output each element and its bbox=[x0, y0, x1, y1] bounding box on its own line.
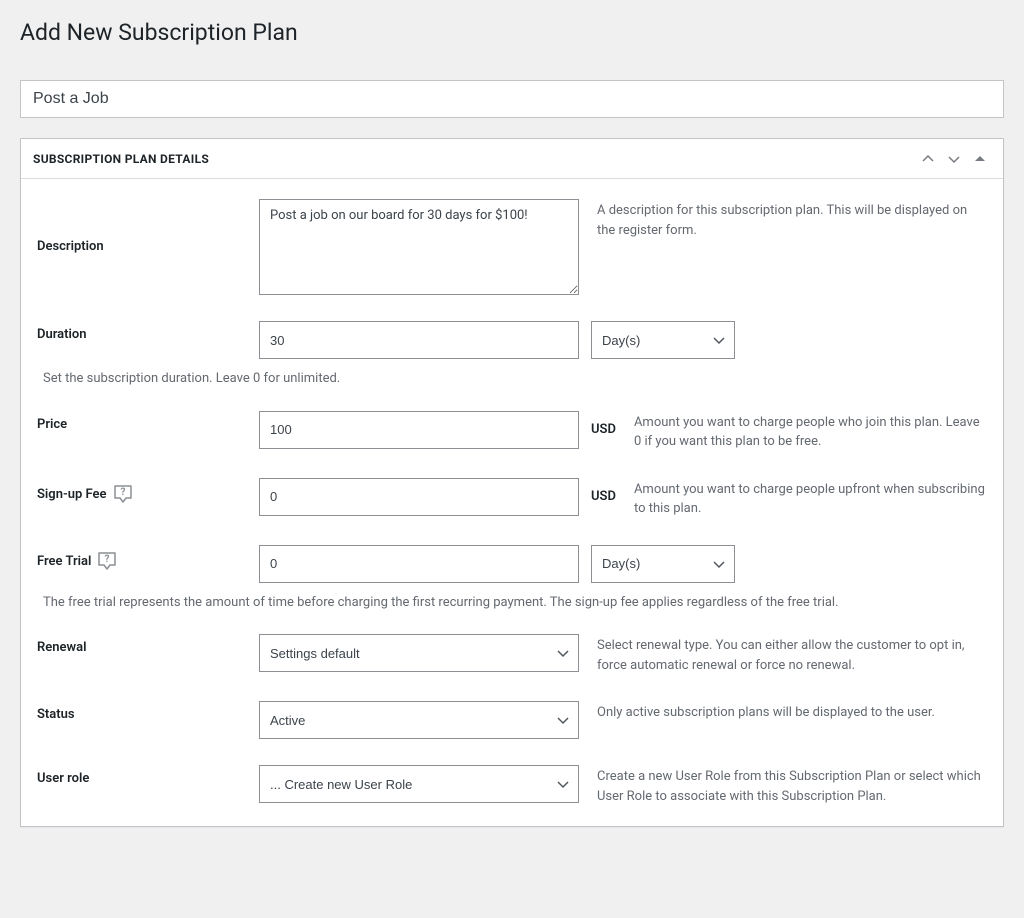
duration-subhelp: Set the subscription duration. Leave 0 f… bbox=[43, 369, 987, 389]
description-label: Description bbox=[37, 199, 259, 254]
chevron-down-icon bbox=[948, 153, 960, 165]
duration-label: Duration bbox=[37, 321, 259, 342]
renewal-select[interactable]: Settings default bbox=[259, 634, 579, 672]
status-help: Only active subscription plans will be d… bbox=[597, 701, 935, 723]
user-role-help: Create a new User Role from this Subscri… bbox=[597, 765, 987, 806]
subscription-details-panel: SUBSCRIPTION PLAN DETAILS Description Po… bbox=[20, 138, 1004, 827]
toggle-panel-button[interactable] bbox=[969, 148, 991, 170]
user-role-select[interactable]: ... Create new User Role bbox=[259, 765, 579, 803]
user-role-label: User role bbox=[37, 765, 259, 786]
plan-title-input[interactable] bbox=[20, 80, 1004, 118]
page-title: Add New Subscription Plan bbox=[20, 10, 1004, 50]
caret-up-icon bbox=[975, 154, 985, 164]
price-row: Price USD Amount you want to charge peop… bbox=[37, 411, 987, 452]
price-help: Amount you want to charge people who joi… bbox=[634, 411, 987, 452]
price-input[interactable] bbox=[259, 411, 579, 449]
help-icon[interactable]: ? bbox=[113, 484, 133, 506]
signup-fee-row: Sign-up Fee ? USD Amount you want to cha… bbox=[37, 478, 987, 519]
signup-fee-help: Amount you want to charge people upfront… bbox=[634, 478, 987, 519]
svg-text:?: ? bbox=[105, 554, 110, 565]
free-trial-subhelp: The free trial represents the amount of … bbox=[43, 593, 987, 613]
free-trial-input[interactable] bbox=[259, 545, 579, 583]
price-label: Price bbox=[37, 411, 259, 432]
svg-text:?: ? bbox=[120, 487, 125, 498]
signup-fee-label-text: Sign-up Fee bbox=[37, 487, 107, 502]
renewal-help: Select renewal type. You can either allo… bbox=[597, 634, 987, 675]
renewal-label: Renewal bbox=[37, 634, 259, 655]
duration-row: Duration Day(s) bbox=[37, 321, 987, 359]
signup-fee-currency: USD bbox=[591, 489, 616, 504]
panel-body: Description Post a job on our board for … bbox=[21, 179, 1003, 826]
user-role-row: User role ... Create new User Role Creat… bbox=[37, 765, 987, 806]
chevron-up-icon bbox=[922, 153, 934, 165]
description-help: A description for this subscription plan… bbox=[597, 199, 987, 240]
panel-handle-actions bbox=[917, 148, 991, 170]
help-icon[interactable]: ? bbox=[97, 551, 117, 573]
free-trial-row: Free Trial ? Day(s) bbox=[37, 545, 987, 583]
duration-input[interactable] bbox=[259, 321, 579, 359]
move-up-button[interactable] bbox=[917, 148, 939, 170]
renewal-row: Renewal Settings default Select renewal … bbox=[37, 634, 987, 675]
free-trial-label: Free Trial ? bbox=[37, 545, 259, 573]
signup-fee-label: Sign-up Fee ? bbox=[37, 478, 259, 506]
free-trial-unit-select[interactable]: Day(s) bbox=[591, 545, 735, 583]
description-row: Description Post a job on our board for … bbox=[37, 199, 987, 295]
price-currency: USD bbox=[591, 422, 616, 437]
status-row: Status Active Only active subscription p… bbox=[37, 701, 987, 739]
panel-header: SUBSCRIPTION PLAN DETAILS bbox=[21, 139, 1003, 179]
status-select[interactable]: Active bbox=[259, 701, 579, 739]
status-label: Status bbox=[37, 701, 259, 722]
move-down-button[interactable] bbox=[943, 148, 965, 170]
signup-fee-input[interactable] bbox=[259, 478, 579, 516]
panel-heading: SUBSCRIPTION PLAN DETAILS bbox=[33, 152, 209, 166]
free-trial-label-text: Free Trial bbox=[37, 554, 91, 569]
description-textarea[interactable]: Post a job on our board for 30 days for … bbox=[259, 199, 579, 295]
duration-unit-select[interactable]: Day(s) bbox=[591, 321, 735, 359]
